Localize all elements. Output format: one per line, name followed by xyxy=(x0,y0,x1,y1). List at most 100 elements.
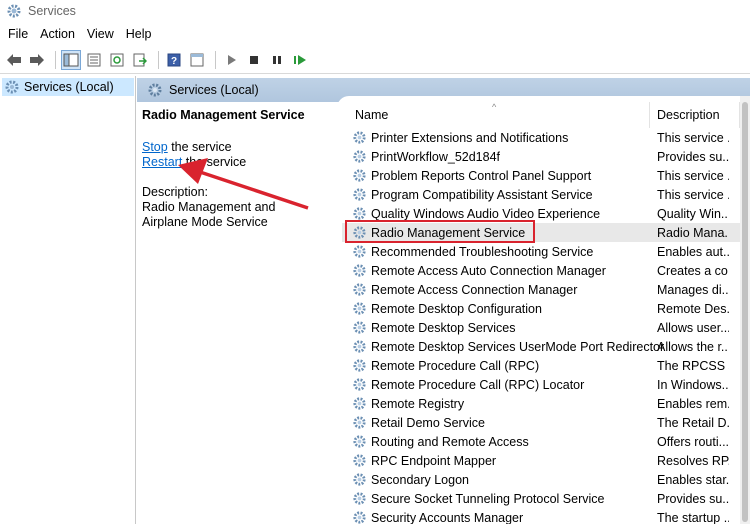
service-name: RPC Endpoint Mapper xyxy=(371,453,497,468)
column-header-name[interactable]: Name xyxy=(342,102,650,128)
pause-service-icon[interactable] xyxy=(267,50,287,70)
service-row[interactable]: Retail Demo Service The Retail D... xyxy=(342,413,750,432)
services-list: ^ Name Description S Printer Extensions … xyxy=(342,102,750,524)
service-row[interactable]: Remote Registry Enables rem... xyxy=(342,394,750,413)
tree-item-services-local[interactable]: Services (Local) xyxy=(2,78,134,96)
window-title: Services xyxy=(28,4,76,18)
gear-icon xyxy=(148,83,162,97)
vertical-scrollbar[interactable] xyxy=(740,96,750,524)
column-header-description[interactable]: Description xyxy=(650,102,740,128)
service-description: Allows the r... xyxy=(657,339,729,354)
start-service-icon[interactable] xyxy=(221,50,241,70)
service-name: Problem Reports Control Panel Support xyxy=(371,168,592,183)
gear-icon xyxy=(353,283,366,296)
service-description: Enables rem... xyxy=(657,396,729,411)
menu-view[interactable]: View xyxy=(81,22,120,46)
gear-icon xyxy=(353,264,366,277)
services-app-icon xyxy=(7,4,21,18)
service-description: Remote Des... xyxy=(657,301,729,316)
gear-icon xyxy=(353,454,366,467)
service-name: Remote Desktop Services UserMode Port Re… xyxy=(371,339,665,354)
service-row[interactable]: Recommended Troubleshooting Service Enabl… xyxy=(342,242,750,261)
service-name: Remote Registry xyxy=(371,396,465,411)
menu-file[interactable]: File xyxy=(2,22,34,46)
service-description: This service ... xyxy=(657,130,729,145)
service-name: Printer Extensions and Notifications xyxy=(371,130,569,145)
toolbar-divider xyxy=(215,50,216,69)
gear-icon xyxy=(353,340,366,353)
service-row[interactable]: Security Accounts Manager The startup ...… xyxy=(342,508,750,524)
restart-service-icon[interactable] xyxy=(290,50,310,70)
service-row[interactable]: Remote Procedure Call (RPC) Locator In Wi… xyxy=(342,375,750,394)
service-row[interactable]: RPC Endpoint MapperResolves RP...R xyxy=(342,451,750,470)
gear-icon xyxy=(353,302,366,315)
service-description: Radio Mana... xyxy=(657,225,729,240)
properties-icon[interactable] xyxy=(84,50,104,70)
service-row[interactable]: Problem Reports Control Panel Support Thi… xyxy=(342,166,750,185)
service-row[interactable]: Remote Desktop Services Allows user... xyxy=(342,318,750,337)
menu-action[interactable]: Action xyxy=(34,22,81,46)
gear-icon xyxy=(353,378,366,391)
gear-icon xyxy=(353,359,366,372)
pane-header-title: Services (Local) xyxy=(169,83,259,97)
service-row[interactable]: Routing and Remote Access Offers routi... xyxy=(342,432,750,451)
service-description: Quality Win... xyxy=(657,206,729,221)
service-name: Quality Windows Audio Video Experience xyxy=(371,206,601,221)
export-list-icon[interactable] xyxy=(130,50,150,70)
service-row[interactable]: Program Compatibility Assistant Service T… xyxy=(342,185,750,204)
service-row[interactable]: Remote Access Auto Connection Manager Cre… xyxy=(342,261,750,280)
service-description: In Windows... xyxy=(657,377,729,392)
back-arrow-icon[interactable] xyxy=(4,50,24,70)
refresh-icon[interactable] xyxy=(107,50,127,70)
svg-text:?: ? xyxy=(171,56,177,67)
service-row[interactable]: Printer Extensions and Notifications This… xyxy=(342,128,750,147)
gear-icon xyxy=(353,169,366,182)
annotation-arrow xyxy=(178,158,309,210)
tree-pane: Services (Local) xyxy=(0,76,136,524)
service-row[interactable]: Secondary LogonEnables star...R xyxy=(342,470,750,489)
service-name: Routing and Remote Access xyxy=(371,434,529,449)
gear-icon xyxy=(353,416,366,429)
toolbar-divider xyxy=(158,50,159,69)
service-description: This service ... xyxy=(657,168,729,183)
service-row[interactable]: Remote Desktop Services UserMode Port Re… xyxy=(342,337,750,356)
service-description: This service ... xyxy=(657,187,729,202)
service-name: Remote Procedure Call (RPC) xyxy=(371,358,540,373)
gear-icon xyxy=(353,511,366,524)
service-description: Provides su... xyxy=(657,149,729,164)
menu-bar: File Action View Help xyxy=(0,22,750,46)
service-row[interactable]: Remote Desktop Configuration Remote Des..… xyxy=(342,299,750,318)
gear-icon xyxy=(353,207,366,220)
toolbar-divider xyxy=(55,50,56,69)
title-bar: Services xyxy=(0,0,750,22)
forward-arrow-icon[interactable] xyxy=(27,50,47,70)
service-name: Retail Demo Service xyxy=(371,415,485,430)
service-row[interactable]: Remote Access Connection Manager Manages … xyxy=(342,280,750,299)
service-row[interactable]: Secure Socket Tunneling Protocol Service… xyxy=(342,489,750,508)
scrollbar-thumb[interactable] xyxy=(742,102,748,522)
gear-icon xyxy=(353,188,366,201)
service-description: The RPCSS s... xyxy=(657,358,729,373)
menu-help[interactable]: Help xyxy=(120,22,158,46)
services-pane: Services (Local) Radio Management Servic… xyxy=(137,76,750,524)
gear-icon xyxy=(353,435,366,448)
gear-icon xyxy=(353,131,366,144)
service-name: Remote Access Connection Manager xyxy=(371,282,578,297)
service-name: Security Accounts Manager xyxy=(371,510,524,524)
service-description: Resolves RP... xyxy=(657,453,729,468)
gear-icon xyxy=(353,473,366,486)
service-row[interactable]: Remote Procedure Call (RPC) The RPCSS s..… xyxy=(342,356,750,375)
gear-icon xyxy=(5,80,19,94)
help-icon[interactable]: ? xyxy=(164,50,184,70)
stop-service-icon[interactable] xyxy=(244,50,264,70)
service-description: Allows user... xyxy=(657,320,729,335)
gear-icon xyxy=(353,397,366,410)
service-description: Provides su... xyxy=(657,491,729,506)
detail-service-name: Radio Management Service xyxy=(142,108,305,122)
service-row[interactable]: PrintWorkflow_52d184f Provides su... xyxy=(342,147,750,166)
stop-service-link[interactable]: Stop xyxy=(142,140,168,154)
console-view-icon[interactable] xyxy=(187,50,207,70)
show-hide-tree-icon[interactable] xyxy=(61,49,81,70)
service-name: Recommended Troubleshooting Service xyxy=(371,244,594,259)
service-description: Enables star... xyxy=(657,472,729,487)
